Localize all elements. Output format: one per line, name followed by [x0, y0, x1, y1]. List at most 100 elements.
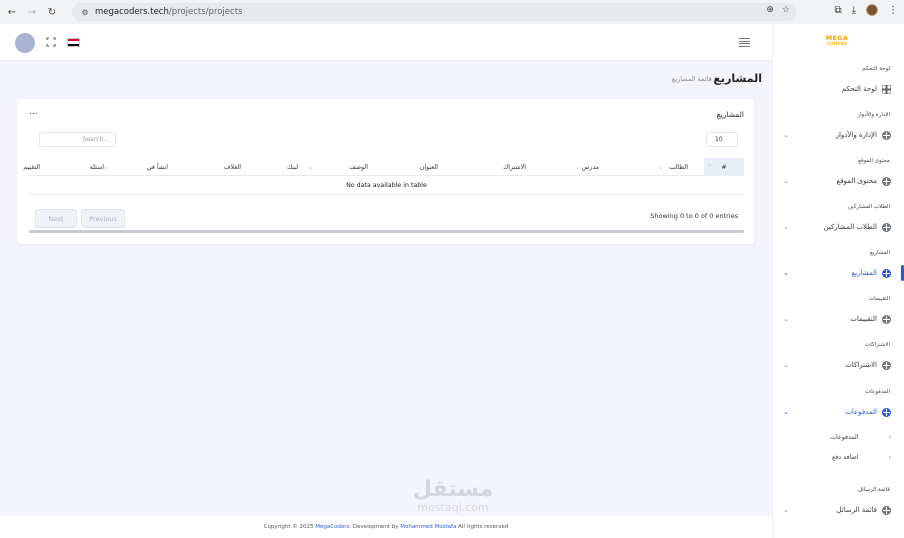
table-scrollbar[interactable]: [29, 230, 744, 233]
footer-author-link[interactable]: Mohammed Mostafa: [400, 524, 456, 530]
sidebar-item-label: المدفوعات: [845, 408, 877, 416]
column-header-index[interactable]: ⌃ #: [704, 158, 744, 176]
sidebar-subitem-payments[interactable]: ‹ المدفوعات: [783, 432, 891, 442]
sidebar-item-dashboard[interactable]: لوحة التحكم: [783, 82, 891, 96]
language-flag-icon[interactable]: [67, 38, 80, 47]
sidebar-item-label: لوحة التحكم: [841, 85, 877, 93]
globe-icon: [882, 176, 891, 186]
table-info: Showing 0 to 0 of 0 entries: [650, 212, 738, 220]
card-title: المشاريع: [716, 110, 744, 119]
sort-icon: ⌃: [707, 163, 713, 171]
sort-icon: ⌄: [433, 163, 439, 171]
sidebar-item-label: التقييمات: [850, 315, 877, 323]
column-header-link[interactable]: لينك: [287, 158, 298, 176]
sort-icon: ⌄: [362, 163, 368, 171]
column-header-questions[interactable]: اسئلة: [90, 158, 104, 176]
footer-rights: All rights reserved: [458, 524, 509, 530]
chevron-left-icon: ‹: [888, 453, 891, 461]
sidebar-item-site-content[interactable]: محتوى الموقع ⌄: [783, 174, 891, 188]
sidebar-item-subscriptions[interactable]: الاشتراكات ⌄: [783, 358, 891, 372]
chevron-down-icon: ⌄: [783, 315, 789, 323]
sidebar-subitem-add-payment[interactable]: ‹ اضافة دفع: [783, 452, 891, 462]
next-page-button[interactable]: Next: [35, 209, 77, 228]
site-info-icon[interactable]: ⚙: [78, 8, 92, 17]
projects-card: المشاريع ... 10 Search... ⌃ # الطالب مدر…: [17, 99, 754, 244]
menu-toggle-icon[interactable]: [739, 38, 750, 47]
globe-icon: [882, 505, 891, 515]
flag-stripe-black: [68, 43, 79, 46]
sidebar-item-students[interactable]: الطلاب المشاركين ⌄: [783, 220, 891, 234]
footer-brand-link[interactable]: MegaCoders: [315, 524, 349, 530]
bookmark-star-icon[interactable]: ☆: [782, 5, 790, 15]
globe-icon: [882, 360, 891, 370]
sidebar-item-label: الإدارة والأدوار: [835, 131, 877, 139]
sidebar-section-title: قائمة الرسائل: [858, 487, 890, 493]
search-input[interactable]: Search...: [39, 132, 116, 147]
chevron-down-icon: ⌄: [783, 361, 789, 369]
globe-icon: [882, 314, 891, 324]
forward-icon[interactable]: →: [24, 4, 40, 20]
sidebar-section-title: المدفوعات: [865, 389, 890, 395]
url-text[interactable]: megacoders.tech/projects/projects: [95, 7, 242, 17]
footer: Copyright © 2025 MegaCoders . Developmen…: [0, 516, 772, 538]
column-header-student[interactable]: الطالب: [669, 158, 688, 176]
chevron-down-icon: ⌄: [783, 177, 789, 185]
chevron-left-icon: ‹: [888, 433, 891, 441]
chevron-down-icon: ⌄: [783, 223, 789, 231]
sidebar-item-label: الاشتراكات: [845, 361, 877, 369]
sidebar-item-label: محتوى الموقع: [836, 177, 877, 185]
sort-icon: ⌄: [237, 163, 243, 171]
sidebar-item-messages[interactable]: قائمة الرسائل ⌄: [783, 503, 891, 517]
sort-icon: ⌄: [575, 163, 581, 171]
sort-icon: ⌄: [31, 163, 37, 171]
chevron-down-icon: ⌄: [783, 506, 789, 514]
globe-icon: [882, 268, 891, 278]
card-options-icon[interactable]: ...: [29, 107, 38, 117]
megacoders-logo[interactable]: MEGA CODERS: [823, 35, 851, 47]
dashboard-icon: [882, 84, 891, 94]
globe-icon: [882, 407, 891, 417]
previous-page-button[interactable]: Previous: [81, 209, 125, 228]
chevron-down-icon: ⌄: [783, 131, 789, 139]
sidebar-item-ratings[interactable]: التقييمات ⌄: [783, 312, 891, 326]
sidebar-section-title: المشاريع: [869, 250, 890, 256]
sidebar-subitem-label: اضافة دفع: [832, 453, 859, 461]
kebab-menu-icon[interactable]: ⋮: [888, 5, 898, 16]
back-icon[interactable]: ←: [4, 4, 20, 20]
extensions-icon[interactable]: ⧉: [834, 5, 841, 16]
address-bar[interactable]: ⚙ megacoders.tech/projects/projects ⊕ ☆: [72, 3, 796, 21]
profile-avatar[interactable]: [866, 4, 878, 16]
table-header: ⌃ # الطالب مدرس الاشتراك العنوان الوصف ل…: [23, 158, 744, 176]
sidebar-item-payments[interactable]: المدفوعات ⌄: [783, 405, 891, 419]
sidebar-item-admin-roles[interactable]: الإدارة والأدوار ⌄: [783, 128, 891, 142]
fullscreen-icon[interactable]: [46, 37, 56, 47]
reload-icon[interactable]: ↻: [44, 4, 60, 20]
sidebar-section-title: الإدارة والأدوار: [857, 112, 890, 118]
sidebar-section-title: التقييمات: [869, 296, 890, 302]
sidebar-section-title: الطلاب المشاركين: [847, 204, 890, 210]
sidebar-item-label: قائمة الرسائل: [836, 506, 877, 514]
sort-icon: ⌄: [103, 163, 109, 171]
footer-copyright: Copyright © 2025: [263, 524, 314, 530]
user-avatar[interactable]: [15, 33, 35, 53]
sidebar-item-label: الطلاب المشاركين: [823, 223, 877, 231]
column-header-teacher[interactable]: مدرس: [582, 158, 599, 176]
globe-icon: [882, 130, 891, 140]
download-icon[interactable]: ⤓: [852, 5, 856, 16]
breadcrumb[interactable]: / قائمة المشاريع: [600, 75, 716, 83]
browser-toolbar: ← → ↻ ⚙ megacoders.tech/projects/project…: [0, 0, 904, 24]
empty-table-message: No data available in table: [29, 176, 744, 195]
app-header: [0, 24, 772, 61]
page-length-select[interactable]: 10: [706, 132, 738, 147]
chevron-down-icon: ⌄: [783, 269, 789, 277]
sidebar-section-title: الاشتراكات: [865, 342, 890, 348]
globe-icon: [882, 222, 891, 232]
chevron-down-icon: ⌄: [783, 408, 789, 416]
sidebar-section-title: لوحة التحكم: [862, 66, 890, 72]
sidebar-item-label: المشاريع: [851, 269, 877, 277]
sort-icon: ⌄: [658, 163, 664, 171]
sidebar-section-title: محتوى الموقع: [858, 158, 890, 164]
watermark: مستقل mostaql.com: [412, 477, 494, 514]
zoom-icon[interactable]: ⊕: [766, 5, 774, 15]
sidebar-item-projects[interactable]: المشاريع ⌄: [783, 266, 891, 280]
